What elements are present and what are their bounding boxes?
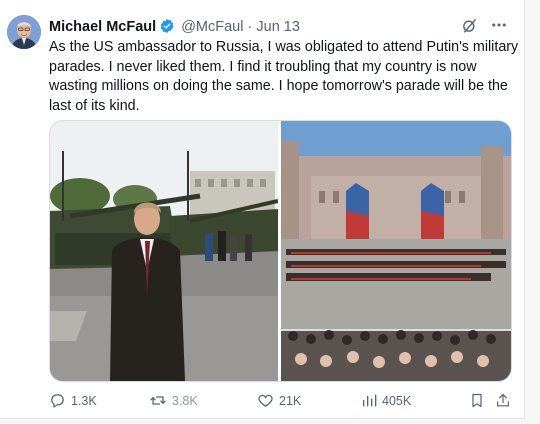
tweet-header: Michael McFaul @McFaul · Jun 13 xyxy=(49,18,508,38)
views-icon xyxy=(361,392,377,409)
view-count: 405K xyxy=(382,393,412,408)
author-name[interactable]: Michael McFaul xyxy=(49,19,156,35)
like-button[interactable]: 21K xyxy=(257,392,301,409)
reply-icon xyxy=(49,392,66,409)
author-handle[interactable]: @McFaul xyxy=(181,19,243,35)
reply-count: 1.3K xyxy=(71,393,97,408)
bookmark-icon xyxy=(469,392,485,409)
tweet-text: As the US ambassador to Russia, I was ob… xyxy=(49,39,519,114)
views-button[interactable]: 405K xyxy=(361,392,411,409)
media-photo-parade[interactable] xyxy=(281,121,511,381)
more-icon[interactable] xyxy=(490,16,508,38)
share-button[interactable] xyxy=(495,392,511,409)
retweet-icon xyxy=(149,392,167,409)
retweet-count: 3.8K xyxy=(172,393,198,408)
like-count: 21K xyxy=(279,393,302,408)
avatar[interactable] xyxy=(7,15,41,49)
verified-badge-icon xyxy=(159,18,175,38)
tweet-actions: 1.3K 3.8K 21K 405K xyxy=(49,392,513,410)
retweet-button[interactable]: 3.8K xyxy=(149,392,198,409)
tweet-date[interactable]: Jun 13 xyxy=(256,19,300,35)
media-photo-ambassador[interactable] xyxy=(50,121,279,381)
reply-button[interactable]: 1.3K xyxy=(49,392,97,409)
tweet-card[interactable]: Michael McFaul @McFaul · Jun 13 As the U… xyxy=(0,0,525,419)
like-icon xyxy=(257,392,274,409)
bookmark-button[interactable] xyxy=(469,392,485,409)
share-icon xyxy=(495,392,511,409)
separator-dot: · xyxy=(247,19,253,35)
grok-icon[interactable] xyxy=(461,17,478,38)
tweet-media[interactable] xyxy=(49,120,512,382)
